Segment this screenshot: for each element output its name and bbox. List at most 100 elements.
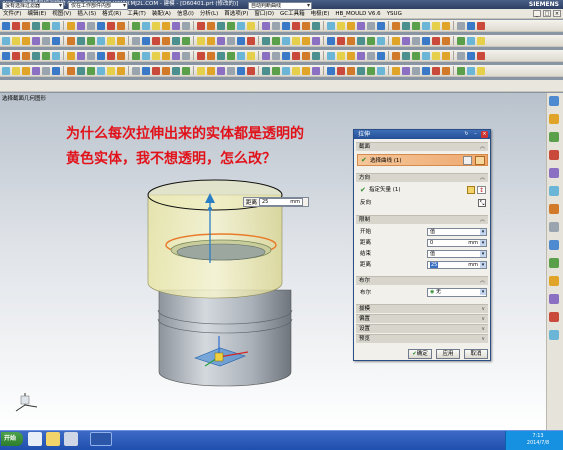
toolbar-tool-icon[interactable] [272,36,280,45]
sketch-section-icon[interactable] [463,156,472,165]
toolbar-tool-icon[interactable] [207,21,215,30]
toolbar-tool-icon[interactable] [367,66,375,75]
resource-tab-icon[interactable] [549,204,559,214]
toolbar-tool-icon[interactable] [52,51,60,60]
toolbar-tool-icon[interactable] [182,51,190,60]
toolbar-tool-icon[interactable] [132,36,140,45]
toolbar-tool-icon[interactable] [237,21,245,30]
toolbar-tool-icon[interactable] [2,51,10,60]
toolbar-tool-icon[interactable] [142,51,150,60]
menu-view[interactable]: 视图(V) [49,9,74,18]
end-select[interactable]: 值 ▾ [427,250,487,258]
menu-window[interactable]: 窗口(O) [251,9,277,18]
toolbar-tool-icon[interactable] [312,21,320,30]
toolbar-tool-icon[interactable] [262,51,270,60]
section-header-boolean[interactable]: 布尔 [356,276,488,286]
section-header-settings[interactable]: 设置 [356,324,488,334]
toolbar-tool-icon[interactable] [207,51,215,60]
toolbar-tool-icon[interactable] [227,36,235,45]
inferred-vector-icon[interactable]: ↕ [477,186,486,194]
toolbar-tool-icon[interactable] [22,36,30,45]
toolbar-tool-icon[interactable] [117,36,125,45]
toolbar-tool-icon[interactable] [132,51,140,60]
menu-tools[interactable]: 工具(T) [124,9,149,18]
toolbar-tool-icon[interactable] [367,36,375,45]
toolbar-tool-icon[interactable] [107,36,115,45]
dialog-close-icon[interactable]: × [481,131,488,138]
toolbar-tool-icon[interactable] [97,36,105,45]
nx-task-button[interactable] [90,432,112,446]
toolbar-tool-icon[interactable] [172,21,180,30]
toolbar-tool-icon[interactable] [77,66,85,75]
resource-tab-icon[interactable] [549,294,559,304]
toolbar-tool-icon[interactable] [402,66,410,75]
toolbar-tool-icon[interactable] [412,66,420,75]
scope-select[interactable]: 仅在工作部件内部 [68,2,128,10]
toolbar-tool-icon[interactable] [302,21,310,30]
toolbar-tool-icon[interactable] [377,66,385,75]
toolbar-tool-icon[interactable] [172,51,180,60]
toolbar-tool-icon[interactable] [357,51,365,60]
toolbar-tool-icon[interactable] [432,21,440,30]
toolbar-tool-icon[interactable] [457,51,465,60]
toolbar-tool-icon[interactable] [432,51,440,60]
toolbar-tool-icon[interactable] [412,21,420,30]
toolbar-tool-icon[interactable] [477,66,485,75]
resource-tab-icon[interactable] [549,240,559,250]
toolbar-tool-icon[interactable] [272,66,280,75]
toolbar-tool-icon[interactable] [312,66,320,75]
reverse-direction-icon[interactable]: ⤡ [478,199,486,207]
toolbar-tool-icon[interactable] [357,21,365,30]
curve-select-icon[interactable] [475,156,485,165]
toolbar-tool-icon[interactable] [282,21,290,30]
section-header-preview[interactable]: 预览 [356,334,488,344]
select-curve-row[interactable]: ✔ 选择曲线 (1) [357,154,488,166]
toolbar-tool-icon[interactable] [292,36,300,45]
menu-electrode[interactable]: 电极(E) [308,9,333,18]
toolbar-tool-icon[interactable] [302,66,310,75]
toolbar-tool-icon[interactable] [117,51,125,60]
resource-tab-icon[interactable] [549,330,559,340]
toolbar-tool-icon[interactable] [337,21,345,30]
toolbar-tool-icon[interactable] [97,51,105,60]
toolbar-tool-icon[interactable] [457,21,465,30]
toolbar-tool-icon[interactable] [327,66,335,75]
toolbar-tool-icon[interactable] [42,36,50,45]
toolbar-tool-icon[interactable] [42,66,50,75]
vector-dialog-icon[interactable] [467,186,475,194]
toolbar-tool-icon[interactable] [22,66,30,75]
toolbar-tool-icon[interactable] [2,21,10,30]
toolbar-tool-icon[interactable] [172,36,180,45]
toolbar-tool-icon[interactable] [477,51,485,60]
maximize-button[interactable]: □ [543,10,551,17]
section-header-section[interactable]: 截面 [356,142,488,152]
cancel-button[interactable]: 取消 [464,349,488,359]
toolbar-tool-icon[interactable] [367,51,375,60]
toolbar-tool-icon[interactable] [477,36,485,45]
toolbar-tool-icon[interactable] [302,36,310,45]
reset-icon[interactable]: ↻ [463,131,470,138]
toolbar-tool-icon[interactable] [402,36,410,45]
toolbar-tool-icon[interactable] [347,36,355,45]
toolbar-tool-icon[interactable] [132,21,140,30]
toolbar-tool-icon[interactable] [292,51,300,60]
menu-hb-mould[interactable]: HB_MOULD V6.6 [332,9,383,18]
toolbar-tool-icon[interactable] [282,66,290,75]
toolbar-tool-icon[interactable] [182,36,190,45]
toolbar-tool-icon[interactable] [412,51,420,60]
toolbar-tool-icon[interactable] [327,21,335,30]
reverse-direction-row[interactable]: 反向 ⤡ [357,198,488,208]
toolbar-tool-icon[interactable] [467,66,475,75]
resource-tab-icon[interactable] [549,114,559,124]
toolbar-tool-icon[interactable] [32,51,40,60]
toolbar-tool-icon[interactable] [327,51,335,60]
toolbar-tool-icon[interactable] [12,21,20,30]
toolbar-tool-icon[interactable] [467,36,475,45]
toolbar-tool-icon[interactable] [442,66,450,75]
curve-rule-select[interactable]: 自动判断曲线 [248,2,312,10]
resource-tab-icon[interactable] [549,312,559,322]
toolbar-tool-icon[interactable] [247,36,255,45]
toolbar-tool-icon[interactable] [152,36,160,45]
menu-file[interactable]: 文件(F) [0,9,24,18]
toolbar-tool-icon[interactable] [422,66,430,75]
